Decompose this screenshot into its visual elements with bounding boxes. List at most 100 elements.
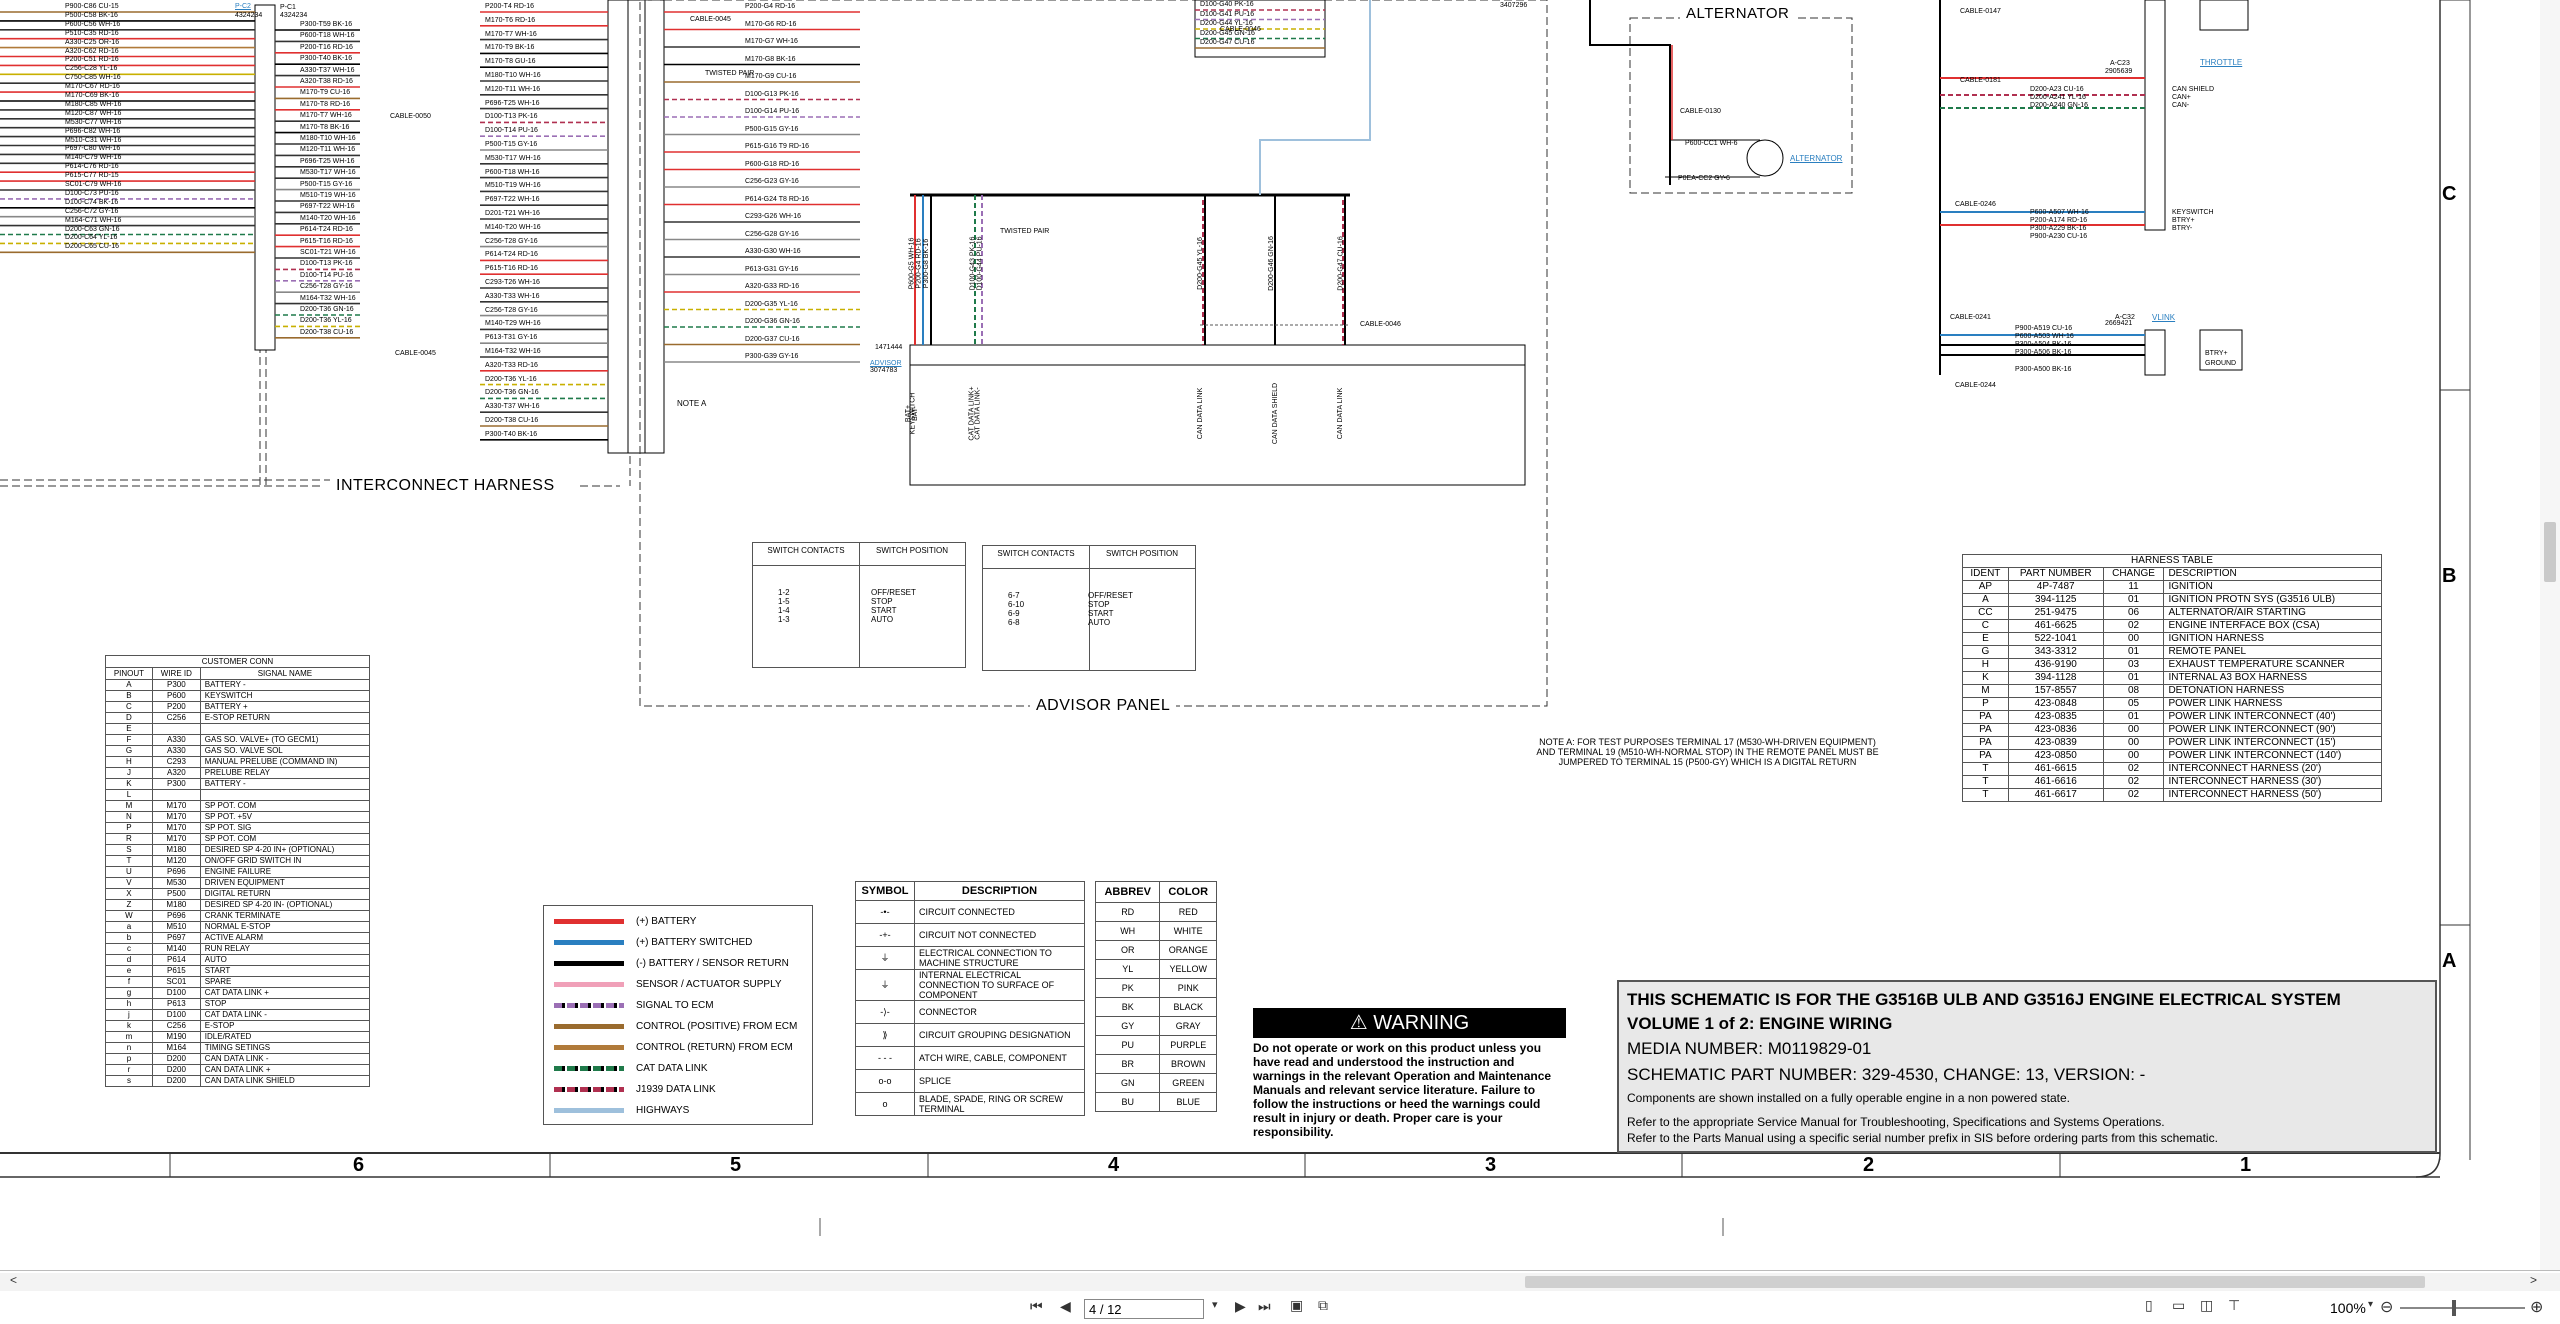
table-cell: 423-0848 (2007, 697, 2104, 711)
ruler-icon[interactable]: ⊤ (2228, 1297, 2240, 1314)
single-page-view-icon[interactable]: ▯ (2145, 1297, 2153, 1314)
table-cell: GAS SO. VALVE+ (TO GECM1) (199, 734, 371, 746)
wire-label: P200-T16 RD-16 (300, 43, 353, 51)
legend-swatch (554, 981, 624, 987)
symbol-icon: ⟫ (855, 1023, 915, 1047)
title-note-3: Refer to the Parts Manual using a specif… (1627, 1131, 2218, 1145)
wire-label: D200-G44 YL-16 (1200, 20, 1253, 27)
vertical-scroll-thumb[interactable] (2544, 522, 2556, 582)
wire-label: D200-G35 YL-16 (745, 300, 798, 308)
table-cell (199, 723, 371, 735)
continuous-view-icon[interactable]: ▭ (2172, 1297, 2185, 1314)
table-cell: 461-6625 (2007, 619, 2104, 633)
table-cell: STOP (199, 998, 371, 1010)
table-cell: BK (1094, 997, 1161, 1017)
horizontal-scroll-thumb[interactable] (1525, 1276, 2425, 1288)
table-row: T 461-6616 02 INTERCONNECT HARNESS (30') (1962, 775, 2382, 789)
throttle-link[interactable]: THROTTLE (2200, 58, 2242, 67)
table-cell: A (105, 679, 153, 691)
symbol-icon: ⏚ (855, 946, 915, 970)
wire-label: D200-C63 GN-16 (65, 225, 120, 233)
switch-positions-list: OFF/RESET STOP START AUTO (871, 588, 916, 624)
table-cell: POWER LINK INTERCONNECT (90') (2163, 723, 2382, 737)
table-row: o-o SPLICE (855, 1069, 1085, 1093)
table-cell: P696 (151, 910, 201, 922)
zoom-dropdown-icon[interactable]: ▾ (2368, 1299, 2373, 1310)
table-cell: 461-6617 (2007, 788, 2104, 802)
prev-page-button[interactable]: ◀ (1060, 1298, 1071, 1315)
table-cell: ACTIVE ALARM (199, 932, 371, 944)
wire-label: M140-T29 WH-16 (485, 320, 541, 328)
table-cell: WHITE (1159, 921, 1217, 941)
title-line-1: THIS SCHEMATIC IS FOR THE G3516B ULB AND… (1627, 990, 2341, 1009)
switch-contacts-header: SWITCH CONTACTS (767, 546, 845, 555)
table-cell: WH (1094, 921, 1161, 941)
wire-label: P200-A174 RD-16 (2030, 217, 2088, 224)
wire-label: P697-T22 WH-16 (485, 196, 540, 204)
wire-label: D200-C65 CU-16 (65, 243, 120, 251)
table-cell: 423-0836 (2007, 723, 2104, 737)
col-header: PART NUMBER (2007, 567, 2104, 581)
table-cell: YL (1094, 959, 1161, 979)
table-cell: P615 (151, 965, 201, 977)
table-cell: 394-1125 (2007, 593, 2104, 607)
table-cell: GREEN (1159, 1073, 1217, 1093)
first-page-button[interactable]: ⏮ (1030, 1298, 1043, 1315)
zoom-in-button[interactable]: ⊕ (2530, 1297, 2543, 1317)
table-cell: SP POT. SIG (199, 822, 371, 834)
table-cell: 11 (2102, 580, 2165, 594)
zoom-slider-handle[interactable] (2452, 1300, 2456, 1316)
wire-label: P200-G4 RD-16 (745, 3, 796, 10)
zoom-out-button[interactable]: ⊖ (2380, 1297, 2393, 1317)
zoom-slider[interactable] (2400, 1307, 2525, 1309)
vlink-link[interactable]: VLINK (2152, 313, 2175, 322)
wire-label: P615-G16 T9 RD-16 (745, 143, 810, 150)
table-cell: GY (1094, 1016, 1161, 1036)
table-row: k C256 E-STOP (105, 1020, 371, 1032)
table-cell: E (1962, 632, 2009, 646)
terminal-label: CAN DATA SHIELD (1272, 382, 1280, 445)
page-dropdown-icon[interactable]: ▾ (1212, 1298, 1218, 1311)
horizontal-scrollbar[interactable]: < > (0, 1273, 2560, 1291)
wire-label: M170-G7 WH-16 (745, 38, 798, 45)
customer-conn-title: CUSTOMER CONN (105, 655, 370, 668)
table-cell: K (105, 778, 153, 790)
table-cell: P (1962, 697, 2009, 711)
table-cell: 423-0850 (2007, 749, 2104, 763)
legend-item: CONTROL (POSITIVE) FROM ECM (554, 1019, 797, 1033)
wire-label: M164-C71 WH-16 (65, 216, 122, 224)
scroll-left-button[interactable]: < (10, 1273, 17, 1287)
wire-label: P600-A503 WH-16 (2015, 333, 2074, 340)
terminal-label: KEYSWITCH (2172, 209, 2214, 216)
switch-cell: 6-10 (1008, 600, 1025, 609)
cable-label: CABLE-0241 (1950, 314, 1991, 321)
wire-label: D200-G47 CU-16 (1337, 236, 1345, 291)
connector-ref[interactable]: P-C2 (235, 3, 251, 10)
fit-page-icon[interactable]: ▣ (1290, 1297, 1303, 1314)
wire-label: M120-T11 WH-16 (300, 146, 356, 154)
vertical-scrollbar[interactable] (2540, 0, 2560, 1270)
table-cell: PA (1962, 749, 2009, 763)
symbol-icon: -•- (855, 900, 915, 924)
part-ref: 4324234 (280, 12, 308, 19)
wire-label: P510-C35 RD-16 (65, 29, 119, 37)
next-page-button[interactable]: ▶ (1235, 1298, 1246, 1315)
table-cell: PA (1962, 736, 2009, 750)
part-ref: 3407296 (1500, 2, 1528, 9)
symbol-icon: -+- (855, 923, 915, 947)
table-row: E 522-1041 00 IGNITION HARNESS (1962, 632, 2382, 646)
table-cell: ENGINE FAILURE (199, 866, 371, 878)
two-page-view-icon[interactable]: ◫ (2200, 1297, 2213, 1314)
scroll-right-button[interactable]: > (2530, 1273, 2537, 1287)
alternator-link[interactable]: ALTERNATOR (1790, 154, 1842, 163)
symbol-icon: o-o (855, 1069, 915, 1093)
symbol-description: BLADE, SPADE, RING OR SCREW TERMINAL (914, 1092, 1085, 1116)
wire-label: P600-C56 WH-16 (65, 20, 121, 28)
wire-label: P500-C58 BK-16 (65, 11, 118, 19)
connector-ref[interactable]: ADVISOR (870, 360, 902, 367)
page-number-input[interactable] (1084, 1299, 1204, 1319)
last-page-button[interactable]: ⏭ (1258, 1298, 1271, 1315)
title-line-2: VOLUME 1 of 2: ENGINE WIRING (1627, 1014, 1893, 1033)
fit-width-icon[interactable]: ⧉ (1318, 1297, 1328, 1314)
table-cell: U (105, 866, 153, 878)
